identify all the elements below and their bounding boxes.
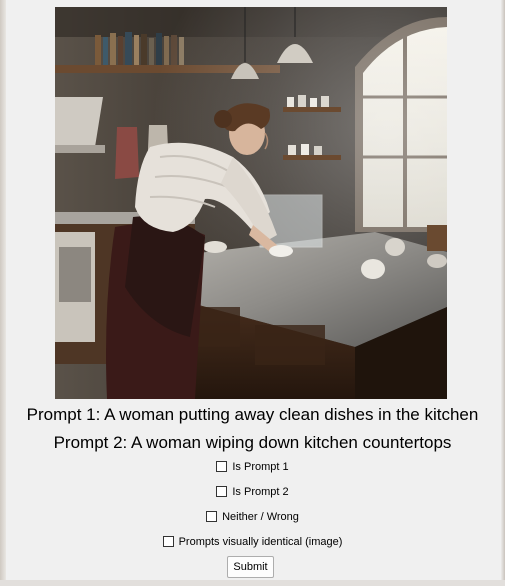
option-prompts-identical[interactable]: Prompts visually identical (image)	[0, 536, 505, 548]
option-is-prompt-1[interactable]: Is Prompt 1	[0, 461, 505, 473]
option-neither-wrong[interactable]: Neither / Wrong	[0, 511, 505, 523]
submit-button[interactable]: Submit	[227, 556, 274, 578]
prompt-2-text: Prompt 2: A woman wiping down kitchen co…	[53, 433, 452, 452]
checkbox-prompts-identical[interactable]	[162, 536, 174, 547]
option-label: Is Prompt 2	[232, 486, 289, 498]
option-label: Prompts visually identical (image)	[178, 536, 343, 548]
option-is-prompt-2[interactable]: Is Prompt 2	[0, 486, 505, 498]
checkbox-neither-wrong[interactable]	[206, 511, 218, 522]
checkbox-is-prompt-1[interactable]	[216, 461, 228, 472]
option-label: Neither / Wrong	[222, 511, 299, 523]
generated-image	[55, 7, 447, 399]
left-window-edge	[0, 0, 6, 586]
checkbox-is-prompt-2[interactable]	[216, 486, 228, 497]
prompt-1-text: Prompt 1: A woman putting away clean dis…	[26, 405, 479, 424]
option-label: Is Prompt 1	[232, 461, 289, 473]
bottom-window-edge	[0, 580, 505, 586]
right-window-edge	[501, 0, 505, 586]
dialog-window: Prompt 1: A woman putting away clean dis…	[0, 0, 505, 586]
